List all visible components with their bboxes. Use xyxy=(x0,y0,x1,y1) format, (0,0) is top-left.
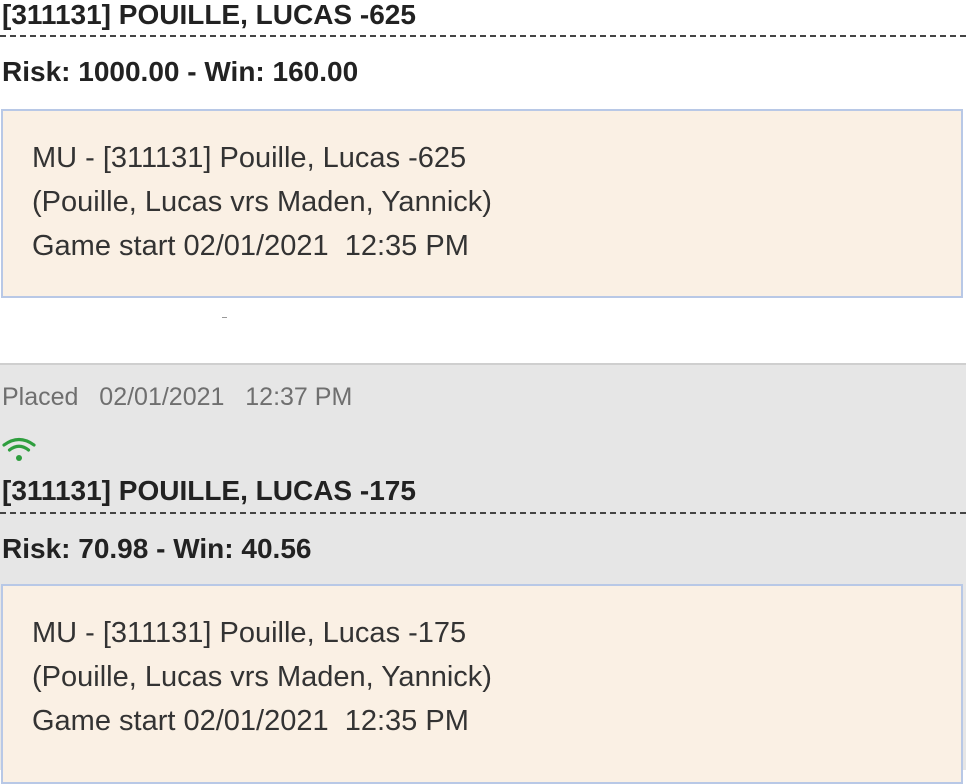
detail-game-start-line: Game start 02/01/2021 12:35 PM xyxy=(32,230,469,262)
detail-teams-line: (Pouille, Lucas vrs Maden, Yannick) xyxy=(32,186,492,218)
win-value: 40.56 xyxy=(241,533,312,564)
placed-status-row: Placed 02/01/2021 12:37 PM xyxy=(2,383,352,412)
title-divider xyxy=(0,35,966,37)
detail-teams-line: (Pouille, Lucas vrs Maden, Yannick) xyxy=(32,661,492,693)
detail-game-start-line: Game start 02/01/2021 12:35 PM xyxy=(32,705,469,737)
win-value: 160.00 xyxy=(272,56,359,87)
risk-win-summary: Risk: 70.98 - Win: 40.56 xyxy=(2,533,311,565)
risk-win-summary: Risk: 1000.00 - Win: 160.00 xyxy=(2,56,358,88)
wager-card: [311131] POUILLE, LUCAS -625 Risk: 1000.… xyxy=(0,0,966,363)
placed-time: 12:37 PM xyxy=(245,383,353,411)
separator-mark xyxy=(222,317,227,318)
wager-detail-box: MU - [311131] Pouille, Lucas -175 (Pouil… xyxy=(1,584,963,784)
risk-value: 70.98 xyxy=(78,533,149,564)
risk-value: 1000.00 xyxy=(78,56,180,87)
title-divider xyxy=(0,512,966,514)
risk-label: Risk: xyxy=(2,533,79,564)
detail-matchup-line: MU - [311131] Pouille, Lucas -625 xyxy=(32,142,467,174)
status-label: Placed xyxy=(2,383,79,411)
win-label: - Win: xyxy=(148,533,242,564)
wager-detail-box: MU - [311131] Pouille, Lucas -625 (Pouil… xyxy=(1,109,963,298)
wager-title: [311131] POUILLE, LUCAS -175 xyxy=(2,475,416,506)
wager-card: Placed 02/01/2021 12:37 PM [311131] POUI… xyxy=(0,363,966,784)
placed-date: 02/01/2021 xyxy=(99,383,225,411)
wager-title: [311131] POUILLE, LUCAS -625 xyxy=(2,0,416,30)
wifi-signal-icon xyxy=(2,437,36,461)
win-label: - Win: xyxy=(179,56,273,87)
detail-matchup-line: MU - [311131] Pouille, Lucas -175 xyxy=(32,617,467,649)
risk-label: Risk: xyxy=(2,56,79,87)
